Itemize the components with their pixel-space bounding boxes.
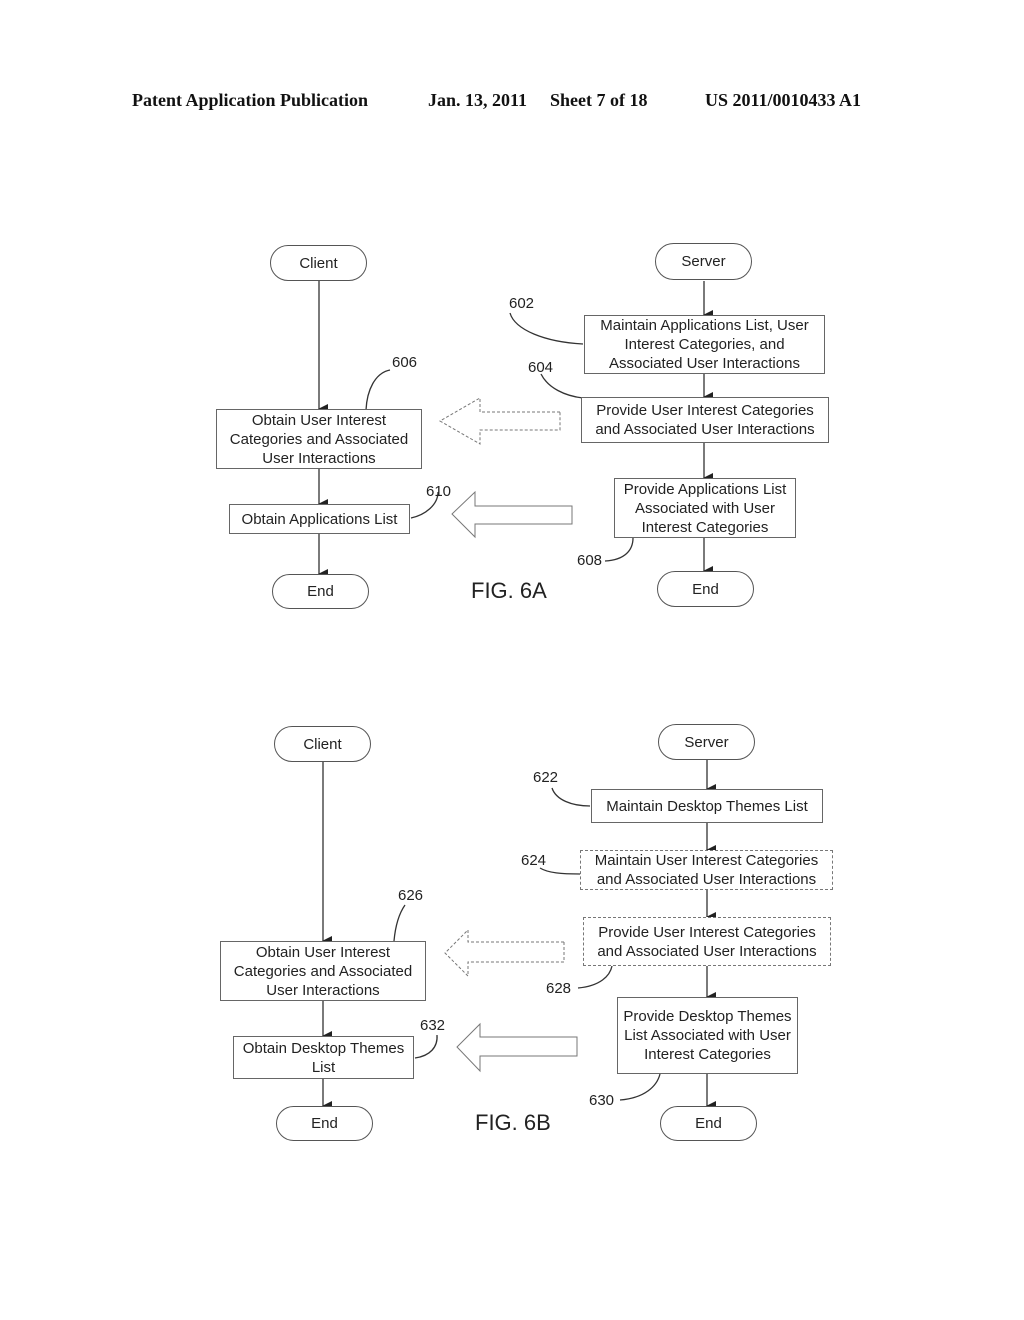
client-start-terminal-6b: Client [274,726,371,762]
obtain-categories-box-6b: Obtain User Interest Categories and Asso… [220,941,426,1001]
client-end-terminal-6a: End [272,574,369,609]
server-start-terminal-6b: Server [658,724,755,760]
ref-628: 628 [546,980,572,997]
transfer-arrow-apps-6a [451,490,573,539]
obtain-categories-box-6a: Obtain User Interest Categories and Asso… [216,409,422,469]
server-start-terminal-6a: Server [655,243,752,280]
ref-602: 602 [509,295,535,312]
provide-categories-box-6b: Provide User Interest Categories and Ass… [583,917,831,966]
leader-622 [551,787,591,807]
leader-606 [365,369,391,411]
client-start-terminal-6a: Client [270,245,367,281]
ref-604: 604 [528,359,554,376]
figure-label-6b: FIG. 6B [475,1110,551,1135]
ref-610: 610 [426,483,452,500]
leader-602 [509,312,584,345]
ref-624: 624 [521,852,547,869]
leader-608 [604,537,634,562]
leader-604 [540,373,584,399]
ref-606: 606 [392,354,418,371]
server-end-terminal-6a: End [657,571,754,607]
figure-label-6a: FIG. 6A [471,578,547,603]
leader-628 [577,965,613,989]
obtain-themes-box-6b: Obtain Desktop Themes List [233,1036,414,1079]
ref-630: 630 [589,1092,615,1109]
provide-themes-box-6b: Provide Desktop Themes List Associated w… [617,997,798,1074]
client-end-terminal-6b: End [276,1106,373,1141]
server-end-terminal-6b: End [660,1106,757,1141]
transfer-arrow-categories-6a [438,397,561,445]
leader-630 [619,1073,661,1101]
transfer-arrow-themes-6b [456,1022,578,1073]
provide-apps-box-6a: Provide Applications List Associated wit… [614,478,796,538]
leader-632 [414,1034,438,1059]
ref-626: 626 [398,887,424,904]
maintain-apps-box-6a: Maintain Applications List, User Interes… [584,315,825,374]
ref-622: 622 [533,769,559,786]
maintain-categories-box-6b: Maintain User Interest Categories and As… [580,850,833,890]
transfer-arrow-categories-6b [444,928,565,978]
provide-categories-box-6a: Provide User Interest Categories and Ass… [581,397,829,443]
ref-608: 608 [577,552,603,569]
obtain-apps-box-6a: Obtain Applications List [229,504,410,534]
ref-632: 632 [420,1017,446,1034]
maintain-themes-box-6b: Maintain Desktop Themes List [591,789,823,823]
leader-626 [393,904,406,942]
